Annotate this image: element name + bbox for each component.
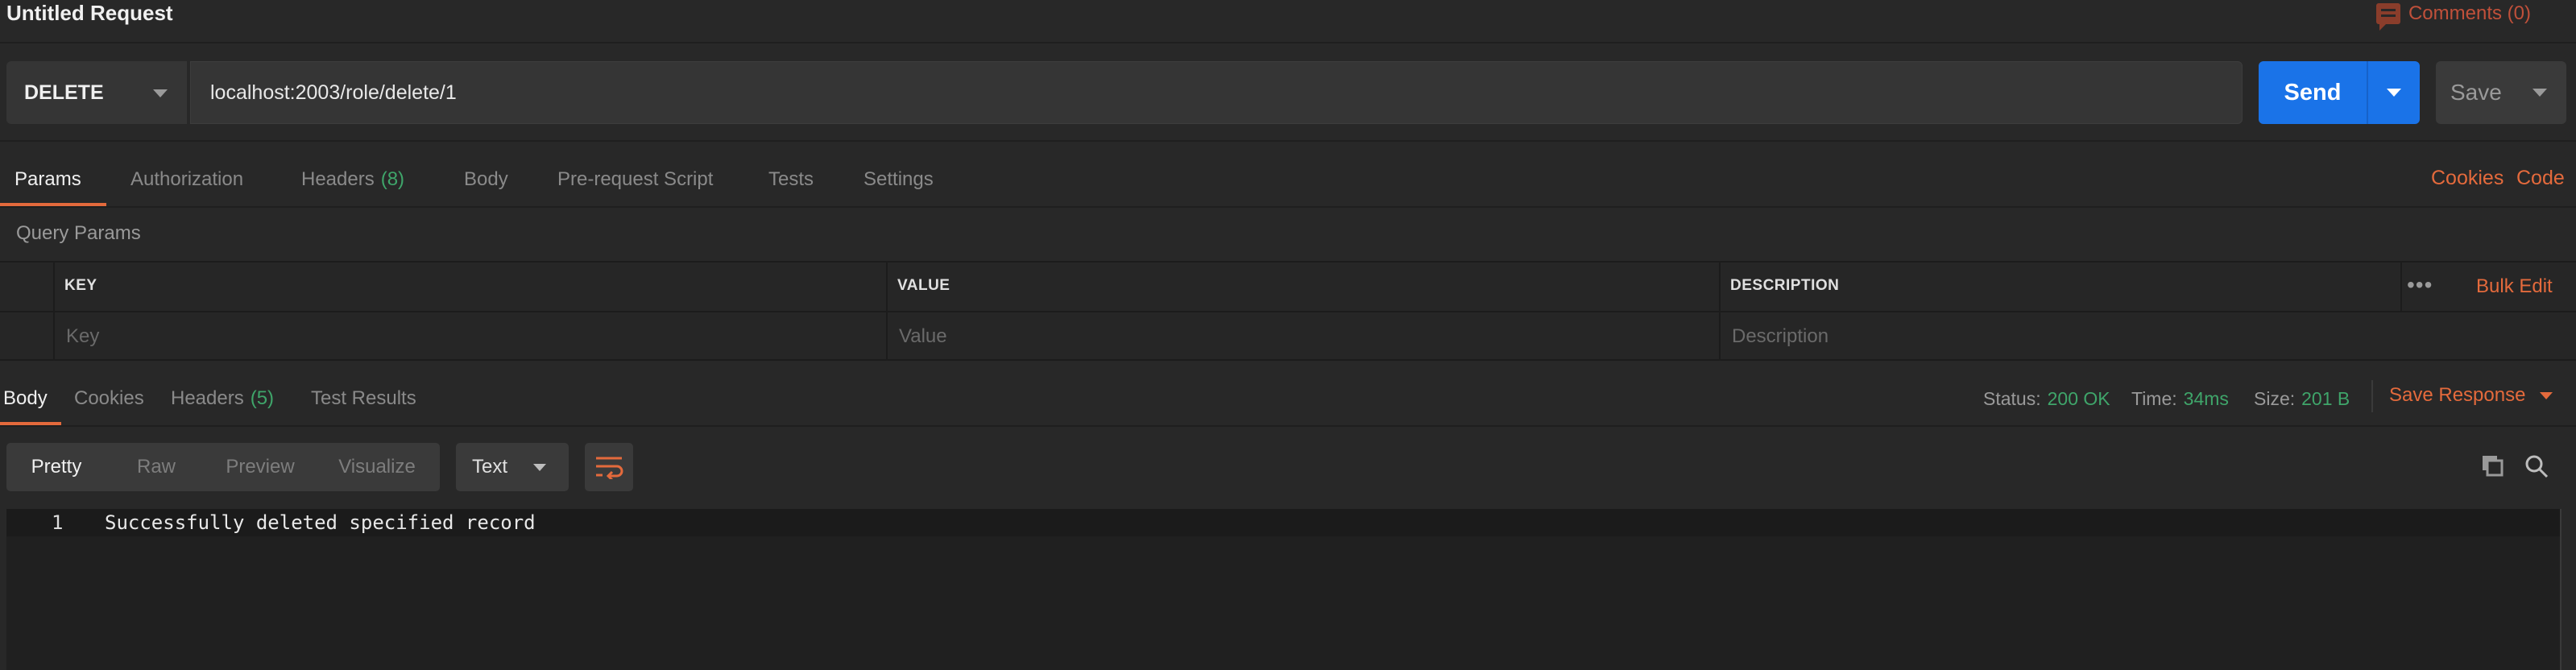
send-label: Send: [2284, 79, 2342, 105]
status-label: Status:: [1983, 388, 2041, 409]
value-input[interactable]: Value: [899, 325, 947, 348]
tab-headers[interactable]: Headers (8): [301, 166, 404, 193]
divider: [0, 140, 2576, 142]
view-raw-button[interactable]: Raw: [106, 443, 206, 491]
wrap-lines-button[interactable]: [585, 443, 633, 491]
more-dots-icon[interactable]: •••: [2407, 272, 2433, 298]
search-icon[interactable]: [2524, 454, 2549, 478]
caret-down-icon: [2540, 391, 2553, 399]
size-value: 201 B: [2301, 388, 2350, 409]
divider: [2400, 263, 2402, 311]
method-select[interactable]: DELETE: [6, 61, 187, 124]
request-title[interactable]: Untitled Request: [6, 0, 173, 26]
tab-response-body[interactable]: Body: [3, 385, 48, 412]
query-params-label: Query Params: [16, 222, 141, 244]
divider: [0, 206, 2576, 208]
divider: [2371, 380, 2373, 412]
caret-down-icon: [533, 463, 546, 471]
divider: [0, 311, 2576, 312]
headers-count-badge: (8): [380, 168, 405, 190]
caret-down-icon: [153, 89, 168, 97]
view-pretty-button[interactable]: Pretty: [6, 443, 106, 491]
response-body-text: Successfully deleted specified record: [105, 511, 536, 534]
tab-authorization[interactable]: Authorization: [130, 166, 243, 193]
comments-button[interactable]: Comments (0): [2375, 0, 2531, 31]
tab-response-headers-label: Headers: [171, 387, 244, 409]
save-label: Save: [2450, 80, 2502, 105]
comment-icon: [2375, 3, 2400, 31]
line-number: 1: [52, 511, 64, 534]
bulk-edit-link[interactable]: Bulk Edit: [2476, 275, 2553, 298]
view-visualize-button[interactable]: Visualize: [314, 443, 440, 491]
comments-label: Comments (0): [2408, 2, 2531, 24]
url-input[interactable]: localhost:2003/role/delete/1: [190, 61, 2243, 124]
send-options-dropdown[interactable]: [2368, 89, 2420, 97]
scrollbar[interactable]: [2560, 509, 2562, 670]
format-label: Text: [472, 456, 508, 478]
tab-test-results[interactable]: Test Results: [311, 385, 416, 412]
method-label: DELETE: [24, 81, 104, 104]
column-header-description: DESCRIPTION: [1730, 277, 1840, 294]
divider: [0, 42, 2576, 43]
format-select[interactable]: Text: [456, 443, 569, 491]
size-readout: Size: 201 B: [2254, 385, 2350, 412]
wrap-lines-icon: [596, 457, 623, 479]
save-response-button[interactable]: Save Response: [2389, 382, 2553, 409]
size-label: Size:: [2254, 388, 2296, 409]
status-value: 200 OK: [2047, 388, 2110, 409]
divider: [0, 425, 2576, 427]
cookies-link[interactable]: Cookies: [2431, 167, 2504, 190]
send-button[interactable]: Send: [2259, 61, 2420, 124]
tab-pre-request-script[interactable]: Pre-request Script: [557, 166, 713, 193]
column-header-value: VALUE: [897, 277, 950, 294]
caret-down-icon: [2533, 89, 2547, 97]
code-link[interactable]: Code: [2516, 167, 2565, 190]
save-response-label: Save Response: [2389, 384, 2526, 406]
time-value: 34ms: [2183, 388, 2229, 409]
description-input[interactable]: Description: [1732, 325, 1828, 348]
tab-settings[interactable]: Settings: [863, 166, 934, 193]
tab-headers-label: Headers: [301, 168, 375, 190]
tab-tests[interactable]: Tests: [768, 166, 814, 193]
key-input[interactable]: Key: [66, 325, 99, 348]
url-value: localhost:2003/role/delete/1: [210, 81, 457, 104]
tab-body[interactable]: Body: [464, 166, 508, 193]
caret-down-icon: [2387, 89, 2401, 97]
tab-response-cookies[interactable]: Cookies: [74, 385, 144, 412]
response-headers-count-badge: (5): [250, 387, 275, 409]
tab-response-headers[interactable]: Headers (5): [171, 385, 274, 412]
status-readout: Status: 200 OK: [1983, 385, 2110, 412]
time-label: Time:: [2131, 388, 2177, 409]
column-header-key: KEY: [64, 277, 97, 294]
copy-icon[interactable]: [2481, 454, 2504, 477]
view-preview-button[interactable]: Preview: [206, 443, 314, 491]
params-table: KEY VALUE DESCRIPTION ••• Bulk Edit Key …: [0, 261, 2576, 361]
tab-params[interactable]: Params: [14, 166, 81, 193]
view-mode-group: Pretty Raw Preview Visualize: [6, 443, 440, 491]
time-readout: Time: 34ms: [2131, 385, 2229, 412]
save-button[interactable]: Save: [2436, 61, 2566, 124]
